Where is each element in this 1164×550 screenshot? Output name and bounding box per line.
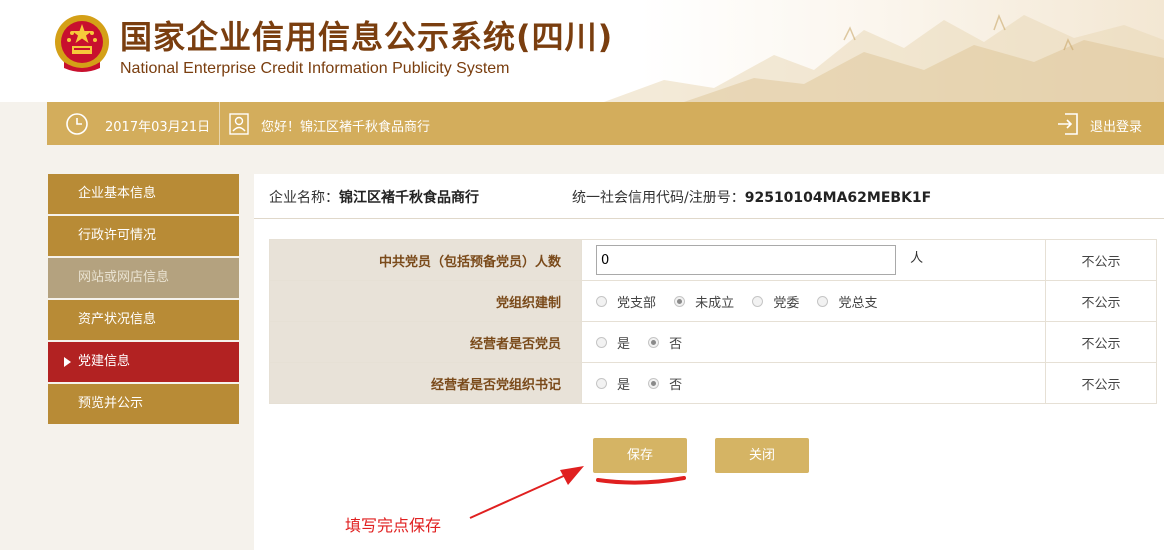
party-member-count-input[interactable]	[596, 245, 896, 275]
credit-code-value: 92510104MA62MEBK1F	[744, 190, 932, 206]
radio-icon	[596, 377, 607, 389]
company-name-label: 企业名称：	[269, 190, 339, 206]
sidebar-item-label: 网站或网店信息	[78, 270, 170, 285]
radio-checked-icon	[648, 377, 660, 389]
clock-icon	[66, 113, 88, 135]
party-info-form: 中共党员（包括预备党员）人数 人 不公示 党组织建制 党支部 未成立 党委 党总…	[269, 239, 1157, 404]
sidebar-item-assets[interactable]: 资产状况信息	[48, 300, 239, 340]
radio-label: 是	[617, 377, 631, 393]
publicity-status: 不公示	[1045, 239, 1157, 281]
sidebar-item-label: 企业基本信息	[78, 186, 157, 201]
radio-label: 未成立	[695, 295, 735, 311]
radio-icon	[596, 336, 607, 348]
sidebar-item-admin-license[interactable]: 行政许可情况	[48, 216, 239, 256]
sidebar-nav: 企业基本信息 行政许可情况 网站或网店信息 资产状况信息 党建信息 预览并公示	[48, 174, 239, 426]
company-name-value: 锦江区褚千秋食品商行	[339, 190, 479, 206]
company-info-row: 企业名称：锦江区褚千秋食品商行 统一社会信用代码/注册号：92510104MA6…	[254, 174, 1164, 219]
radio-no[interactable]: 否	[648, 374, 682, 393]
radio-yes[interactable]: 是	[596, 333, 630, 352]
info-bar: 2017年03月21日 您好！锦江区褚千秋食品商行 退出登录	[47, 102, 1164, 145]
field-cell: 党支部 未成立 党委 党总支	[581, 280, 1046, 322]
form-row-party-members: 中共党员（包括预备党员）人数 人 不公示	[269, 239, 1157, 281]
radio-yes[interactable]: 是	[596, 374, 630, 393]
field-label: 党组织建制	[269, 280, 582, 322]
sidebar-item-website-info: 网站或网店信息	[48, 258, 239, 298]
publicity-status: 不公示	[1045, 280, 1157, 322]
field-cell: 是 否	[581, 362, 1046, 404]
sidebar-item-label: 党建信息	[78, 354, 131, 369]
radio-checked-icon	[648, 336, 660, 348]
field-label: 经营者是否党组织书记	[269, 362, 582, 404]
annotation-note: 填写完点保存	[345, 516, 442, 535]
logout-icon[interactable]	[1057, 112, 1079, 136]
radio-icon	[752, 295, 764, 307]
sidebar-item-preview-publish[interactable]: 预览并公示	[48, 384, 239, 424]
site-subtitle: National Enterprise Credit Information P…	[120, 60, 510, 77]
radio-label: 党总支	[838, 295, 878, 311]
field-cell: 是 否	[581, 321, 1046, 363]
sidebar-item-label: 资产状况信息	[78, 312, 157, 327]
field-label: 中共党员（包括预备党员）人数	[269, 239, 582, 281]
radio-label: 否	[669, 377, 683, 393]
credit-code-label: 统一社会信用代码/注册号：	[572, 190, 745, 206]
sidebar-item-basic-info[interactable]: 企业基本信息	[48, 174, 239, 214]
radio-no[interactable]: 否	[648, 333, 682, 352]
radio-party-committee[interactable]: 党委	[752, 292, 799, 311]
radio-icon	[596, 295, 607, 307]
field-cell: 人	[581, 239, 1046, 281]
form-row-operator-secretary: 经营者是否党组织书记 是 否 不公示	[269, 362, 1157, 404]
form-row-party-org: 党组织建制 党支部 未成立 党委 党总支 不公示	[269, 280, 1157, 322]
save-button[interactable]: 保存	[593, 438, 687, 473]
logout-link[interactable]: 退出登录	[1090, 116, 1142, 135]
radio-not-established[interactable]: 未成立	[674, 292, 734, 311]
sidebar-item-label: 预览并公示	[78, 396, 144, 411]
current-date: 2017年03月21日	[105, 120, 211, 135]
main-panel: 企业名称：锦江区褚千秋食品商行 统一社会信用代码/注册号：92510104MA6…	[254, 174, 1164, 550]
unit-label: 人	[910, 250, 924, 266]
field-label: 经营者是否党员	[269, 321, 582, 363]
radio-party-branch[interactable]: 党支部	[596, 292, 656, 311]
radio-label: 否	[669, 336, 683, 352]
company-name: 企业名称：锦江区褚千秋食品商行	[269, 187, 479, 207]
close-button[interactable]: 关闭	[715, 438, 809, 473]
publicity-status: 不公示	[1045, 362, 1157, 404]
radio-checked-icon	[674, 295, 686, 307]
active-arrow-icon	[64, 357, 71, 367]
form-row-operator-member: 经营者是否党员 是 否 不公示	[269, 321, 1157, 363]
radio-label: 党支部	[617, 295, 657, 311]
publicity-status: 不公示	[1045, 321, 1157, 363]
sidebar-item-party-building[interactable]: 党建信息	[48, 342, 239, 382]
site-title: 国家企业信用信息公示系统(四川)	[120, 18, 614, 56]
user-icon	[229, 113, 249, 135]
radio-label: 党委	[773, 295, 800, 311]
radio-general-branch[interactable]: 党总支	[817, 292, 877, 311]
divider	[219, 102, 220, 145]
radio-icon	[817, 295, 829, 307]
national-emblem-logo	[55, 15, 109, 72]
radio-label: 是	[617, 336, 631, 352]
mountain-background-art	[604, 13, 1164, 102]
credit-code: 统一社会信用代码/注册号：92510104MA62MEBK1F	[572, 187, 931, 207]
site-header: 国家企业信用信息公示系统(四川) National Enterprise Cre…	[0, 0, 1164, 102]
sidebar-item-label: 行政许可情况	[78, 228, 157, 243]
user-greeting: 您好！锦江区褚千秋食品商行	[261, 120, 431, 135]
